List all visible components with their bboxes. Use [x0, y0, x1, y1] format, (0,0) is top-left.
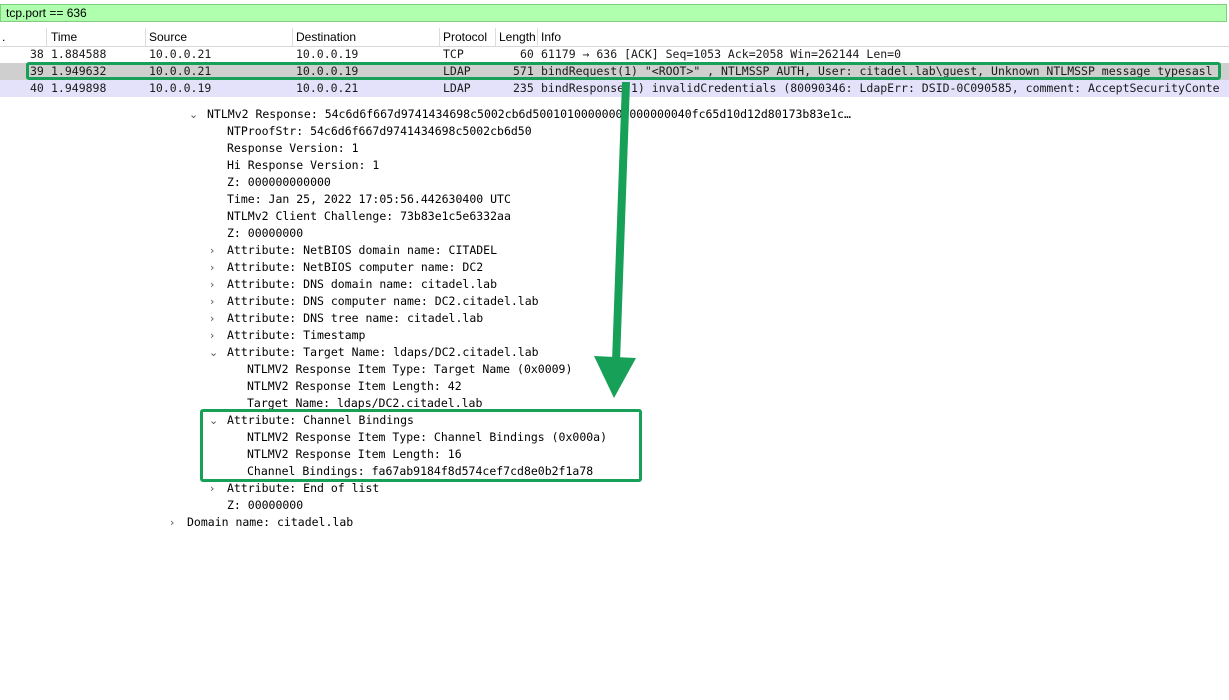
- arrow-shaft: [612, 82, 630, 362]
- annotation-arrow: [594, 82, 636, 398]
- arrow-head: [594, 356, 636, 398]
